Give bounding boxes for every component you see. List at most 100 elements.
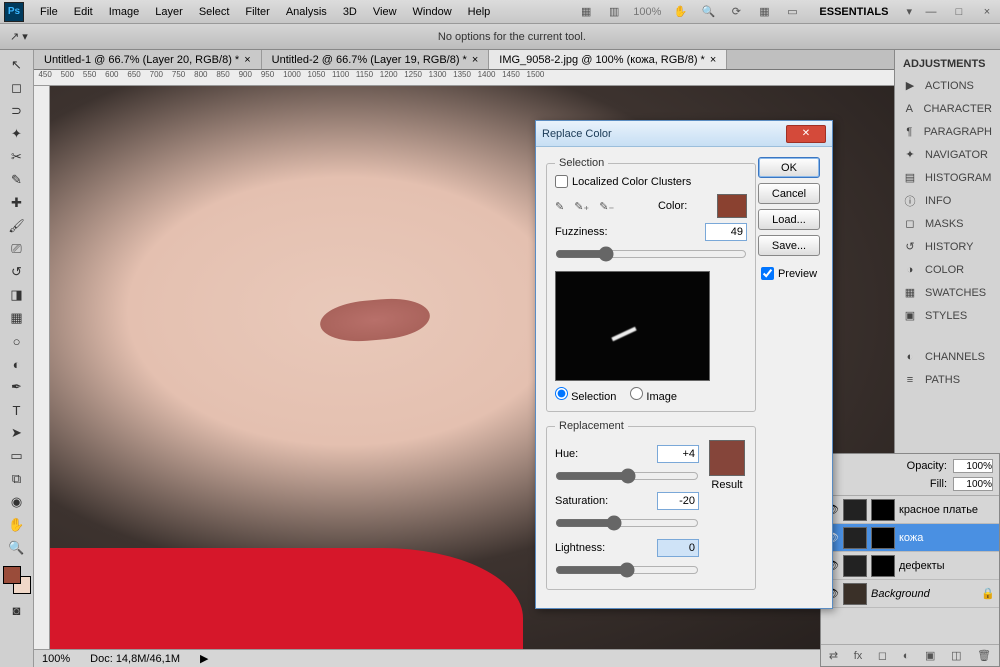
localized-checkbox[interactable] — [555, 175, 568, 188]
panel-adjustments[interactable]: ADJUSTMENTS — [895, 54, 1000, 74]
type-tool[interactable]: T — [5, 399, 29, 421]
dialog-titlebar[interactable]: Replace Color ✕ — [536, 121, 832, 147]
gradient-tool[interactable]: ▦ — [5, 307, 29, 329]
radio-image[interactable] — [630, 387, 643, 400]
adjustment-layer-icon[interactable]: ◐ — [903, 650, 910, 662]
layer-fx-icon[interactable]: fx — [854, 650, 863, 662]
pen-tool[interactable]: ✒ — [5, 376, 29, 398]
shape-tool[interactable]: ▭ — [5, 445, 29, 467]
panel-swatches[interactable]: ▦SWATCHES — [895, 281, 1000, 304]
layer-thumb[interactable] — [843, 499, 867, 521]
opacity-input[interactable] — [953, 459, 993, 473]
tab-close-icon[interactable]: × — [244, 54, 250, 66]
color-swatches[interactable] — [3, 566, 31, 594]
menu-3d[interactable]: 3D — [335, 6, 365, 18]
zoom-icon[interactable]: 🔍 — [699, 3, 717, 21]
tab-close-icon[interactable]: × — [472, 54, 478, 66]
panel-channels[interactable]: ◐CHANNELS — [895, 345, 1000, 368]
panel-paragraph[interactable]: ¶PARAGRAPH — [895, 120, 1000, 143]
screen-mode-icon[interactable]: ▥ — [605, 3, 623, 21]
minimize-icon[interactable]: — — [922, 3, 940, 21]
load-button[interactable]: Load... — [758, 209, 820, 230]
layer-row[interactable]: 👁кожа — [821, 524, 999, 552]
healing-tool[interactable]: ✚ — [5, 192, 29, 214]
eyedropper-add-icon[interactable]: ✎₊ — [574, 200, 589, 213]
panel-info[interactable]: ⓘINFO — [895, 189, 1000, 212]
group-icon[interactable]: ▣ — [925, 649, 935, 662]
blur-tool[interactable]: ○ — [5, 330, 29, 352]
layer-row[interactable]: 👁Background🔒 — [821, 580, 999, 608]
light-slider[interactable] — [555, 562, 699, 578]
menu-view[interactable]: View — [365, 6, 405, 18]
result-swatch[interactable] — [709, 440, 745, 476]
panel-histogram[interactable]: ▤HISTOGRAM — [895, 166, 1000, 189]
layer-thumb[interactable] — [843, 527, 867, 549]
new-layer-icon[interactable]: ◫ — [951, 649, 961, 662]
fill-input[interactable] — [953, 477, 993, 491]
light-input[interactable] — [657, 539, 699, 557]
panel-actions[interactable]: ▶ACTIONS — [895, 74, 1000, 97]
panel-masks[interactable]: ◻MASKS — [895, 212, 1000, 235]
3d-camera-tool[interactable]: ◉ — [5, 491, 29, 513]
mask-thumb[interactable] — [871, 555, 895, 577]
menu-layer[interactable]: Layer — [147, 6, 191, 18]
zoom-tool[interactable]: 🔍 — [5, 537, 29, 559]
sat-input[interactable] — [657, 492, 699, 510]
doc-tab[interactable]: Untitled-1 @ 66.7% (Layer 20, RGB/8) *× — [34, 50, 262, 69]
rotate-icon[interactable]: ⟳ — [727, 3, 745, 21]
history-brush-tool[interactable]: ↺ — [5, 261, 29, 283]
workspace-switcher[interactable]: ESSENTIALS — [811, 4, 896, 20]
dialog-close-button[interactable]: ✕ — [786, 125, 826, 143]
hue-input[interactable] — [657, 445, 699, 463]
eyedropper-sub-icon[interactable]: ✎₋ — [599, 200, 614, 213]
save-button[interactable]: Save... — [758, 235, 820, 256]
move-tool[interactable]: ↖ — [5, 54, 29, 76]
hand-tool[interactable]: ✋ — [5, 514, 29, 536]
hue-slider[interactable] — [555, 468, 699, 484]
doc-tab[interactable]: Untitled-2 @ 66.7% (Layer 19, RGB/8) *× — [262, 50, 490, 69]
doc-tab[interactable]: IMG_9058-2.jpg @ 100% (кожа, RGB/8) *× — [489, 50, 727, 69]
eyedropper-tool[interactable]: ✎ — [5, 169, 29, 191]
menu-analysis[interactable]: Analysis — [278, 6, 335, 18]
stamp-tool[interactable]: ⎚ — [5, 238, 29, 260]
zoom-level[interactable]: 100% — [633, 6, 661, 18]
fuzziness-slider[interactable] — [555, 246, 747, 262]
menu-select[interactable]: Select — [191, 6, 238, 18]
status-arrow-icon[interactable]: ▶ — [200, 652, 208, 665]
quick-select-tool[interactable]: ✦ — [5, 123, 29, 145]
panel-character[interactable]: ACHARACTER — [895, 97, 1000, 120]
fuzziness-input[interactable] — [705, 223, 747, 241]
lasso-tool[interactable]: ⊃ — [5, 100, 29, 122]
arrange-icon[interactable]: ▦ — [755, 3, 773, 21]
eraser-tool[interactable]: ◨ — [5, 284, 29, 306]
crop-tool[interactable]: ✂ — [5, 146, 29, 168]
menu-help[interactable]: Help — [460, 6, 499, 18]
path-select-tool[interactable]: ➤ — [5, 422, 29, 444]
layer-thumb[interactable] — [843, 583, 867, 605]
layer-thumb[interactable] — [843, 555, 867, 577]
selection-preview[interactable] — [555, 271, 710, 381]
tab-close-icon[interactable]: × — [710, 54, 716, 66]
layer-mask-icon[interactable]: ◻ — [878, 649, 887, 662]
screen-icon[interactable]: ▭ — [783, 3, 801, 21]
status-zoom[interactable]: 100% — [42, 653, 70, 665]
menu-filter[interactable]: Filter — [237, 6, 277, 18]
close-icon[interactable]: × — [978, 3, 996, 21]
menu-file[interactable]: File — [32, 6, 66, 18]
selection-color-swatch[interactable] — [717, 194, 747, 218]
layer-row[interactable]: 👁красное платье — [821, 496, 999, 524]
panel-history[interactable]: ↺HISTORY — [895, 235, 1000, 258]
menu-edit[interactable]: Edit — [66, 6, 101, 18]
menu-window[interactable]: Window — [405, 6, 460, 18]
cancel-button[interactable]: Cancel — [758, 183, 820, 204]
menu-image[interactable]: Image — [101, 6, 148, 18]
sat-slider[interactable] — [555, 515, 699, 531]
quickmask-tool[interactable]: ◙ — [5, 599, 29, 621]
hand-icon[interactable]: ✋ — [671, 3, 689, 21]
panel-navigator[interactable]: ✦NAVIGATOR — [895, 143, 1000, 166]
panel-styles[interactable]: ▣STYLES — [895, 304, 1000, 327]
3d-tool[interactable]: ⧉ — [5, 468, 29, 490]
ok-button[interactable]: OK — [758, 157, 820, 178]
launch-bridge-icon[interactable]: ▦ — [577, 3, 595, 21]
brush-tool[interactable]: 🖌 — [5, 215, 29, 237]
